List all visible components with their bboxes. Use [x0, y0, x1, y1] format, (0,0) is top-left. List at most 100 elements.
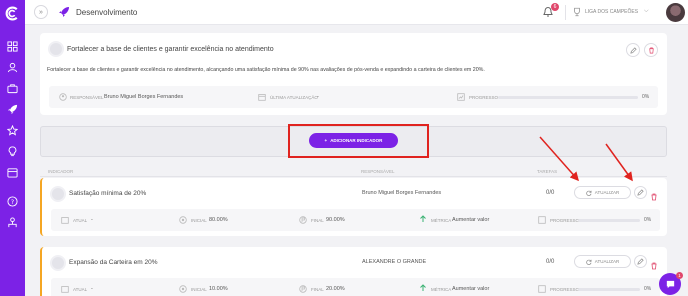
briefcase-icon[interactable] — [6, 82, 19, 95]
team-icon[interactable] — [6, 216, 19, 229]
final-value: 90.00% — [326, 217, 345, 223]
edit-icon — [637, 189, 644, 196]
metric-value: Aumentar valor — [452, 286, 490, 292]
progress-percent: 0% — [644, 286, 652, 292]
responsible-label: RESPONSÁVEL — [70, 95, 104, 100]
edit-goal-button[interactable] — [626, 43, 640, 57]
indicator-row[interactable]: Expansão da Carteira em 20% ALEXANDRE O … — [40, 247, 667, 296]
progress-bar — [578, 219, 640, 222]
edit-icon — [637, 258, 644, 265]
current-label: ATUAL — [73, 218, 88, 223]
page-title: Desenvolvimento — [76, 8, 138, 17]
indicator-title: Expansão da Carteira em 20% — [69, 259, 158, 266]
final-value: 20.00% — [326, 286, 345, 292]
star-icon[interactable] — [6, 124, 19, 137]
rocket-icon — [59, 7, 69, 17]
avatar — [50, 255, 66, 271]
target-icon — [179, 216, 187, 224]
chat-icon — [666, 280, 674, 288]
calendar-icon — [61, 217, 69, 224]
divider — [565, 5, 566, 20]
metric-value: Aumentar valor — [452, 217, 490, 223]
logo-icon[interactable] — [4, 5, 21, 22]
progress-label: PROGRESSO — [469, 95, 499, 100]
rocket-icon[interactable] — [6, 103, 19, 116]
refresh-icon — [586, 259, 592, 265]
calendar-icon[interactable] — [6, 166, 19, 179]
avatar — [48, 41, 64, 57]
arrow-up-icon — [420, 215, 426, 222]
indicator-row[interactable]: Satisfação mínima de 20% Bruno Miguel Bo… — [40, 178, 667, 236]
delete-indicator-button[interactable] — [650, 188, 659, 201]
trophy-icon — [574, 7, 580, 17]
progress-percent: 0% — [644, 217, 652, 223]
chart-icon — [538, 216, 546, 224]
goal-title: Fortalecer a base de clientes e garantir… — [67, 46, 274, 53]
refresh-icon — [586, 190, 592, 196]
delete-indicator-button[interactable] — [650, 257, 659, 270]
indicator-title: Satisfação mínima de 20% — [69, 190, 147, 197]
indicator-tasks: 0/0 — [546, 259, 555, 265]
indicator-responsible: ALEXANDRE O GRANDE — [362, 259, 427, 265]
progress-label: PROGRESSO — [550, 218, 580, 223]
trash-icon — [651, 262, 657, 270]
user-icon[interactable] — [6, 61, 19, 74]
avatar[interactable] — [666, 3, 685, 22]
sidebar: ? — [0, 0, 25, 296]
metric-label: MÉTRICA — [431, 218, 452, 223]
edit-indicator-button[interactable] — [634, 255, 647, 268]
highlight-box — [288, 124, 429, 158]
update-label: ATUALIZAR — [594, 259, 620, 264]
indicator-tasks: 0/0 — [546, 190, 555, 196]
last-update-label: ÚLTIMA ATUALIZAÇÃO — [270, 95, 318, 100]
chart-icon — [538, 285, 546, 293]
svg-text:?: ? — [11, 198, 14, 206]
header-responsible: RESPONSÁVEL — [361, 169, 395, 174]
last-update-value: - — [317, 94, 319, 100]
edit-icon — [629, 46, 637, 54]
initial-value: 80.00% — [209, 217, 228, 223]
progress-percent: 0% — [642, 94, 650, 100]
current-label: ATUAL — [73, 287, 88, 292]
goal-description: Fortalecer a base de clientes e garantir… — [47, 67, 485, 73]
progress-label: PROGRESSO — [550, 287, 580, 292]
bulb-icon[interactable] — [6, 145, 19, 158]
update-label: ATUALIZAR — [594, 190, 620, 195]
arrow-up-icon — [420, 284, 426, 291]
help-icon[interactable]: ? — [6, 195, 19, 208]
metric-label: MÉTRICA — [431, 287, 452, 292]
chevron-down-icon[interactable]: ⌵ — [644, 8, 649, 15]
goal-card: Fortalecer a base de clientes e garantir… — [40, 33, 667, 115]
final-label: FINAL — [311, 218, 324, 223]
goal-info-panel: RESPONSÁVEL Bruno Miguel Borges Fernande… — [49, 86, 658, 108]
current-value: - — [91, 286, 93, 292]
initial-value: 10.00% — [209, 286, 228, 292]
collapse-sidebar-button[interactable]: » — [34, 5, 48, 19]
final-label: FINAL — [311, 287, 324, 292]
topbar: » Desenvolvimento 6 LIGA DOS CAMPEÕES ⌵ — [25, 0, 688, 25]
indicator-responsible: Bruno Miguel Borges Fernandes — [362, 190, 442, 196]
calendar-icon — [258, 94, 266, 101]
header-tasks: TAREFAS — [537, 169, 558, 174]
current-value: - — [91, 217, 93, 223]
flag-icon — [299, 216, 307, 224]
grid-icon[interactable] — [6, 40, 19, 53]
edit-indicator-button[interactable] — [634, 186, 647, 199]
league-selector[interactable]: LIGA DOS CAMPEÕES — [585, 9, 638, 15]
user-icon — [59, 93, 67, 101]
update-button[interactable]: ATUALIZAR — [574, 255, 631, 268]
chat-badge: 1 — [676, 272, 683, 279]
initial-label: INICIAL — [191, 218, 207, 223]
trash-icon — [648, 47, 654, 53]
responsible-value: Bruno Miguel Borges Fernandes — [104, 94, 184, 100]
delete-goal-button[interactable] — [644, 43, 658, 57]
initial-label: INICIAL — [191, 287, 207, 292]
indicator-info-panel: ATUAL - INICIAL 10.00% FINAL 20.00% MÉTR… — [51, 278, 660, 296]
trash-icon — [651, 193, 657, 201]
calendar-icon — [61, 286, 69, 293]
flag-icon — [299, 285, 307, 293]
notification-badge: 6 — [551, 3, 559, 11]
progress-bar — [578, 288, 640, 291]
update-button[interactable]: ATUALIZAR — [574, 186, 631, 199]
header-indicator: INDICADOR — [48, 169, 74, 174]
